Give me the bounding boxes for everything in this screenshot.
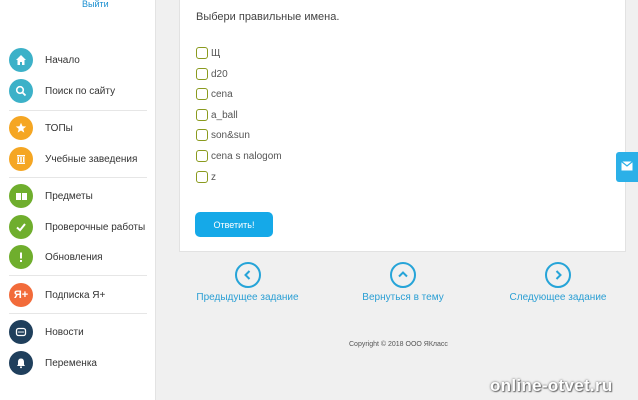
sidebar-item-subjects[interactable]: Предметы	[9, 183, 149, 209]
chat-icon	[9, 320, 33, 344]
book-icon	[9, 184, 33, 208]
divider	[9, 110, 147, 111]
option-label: Щ	[211, 47, 221, 59]
chevron-up-icon	[390, 262, 416, 288]
ya-plus-icon: Я+	[9, 283, 33, 307]
option-item[interactable]: cena s nalogom	[196, 149, 282, 163]
sidebar-item-label: Новости	[45, 326, 84, 338]
option-label: son&sun	[211, 129, 250, 141]
option-item[interactable]: z	[196, 170, 216, 184]
option-checkbox[interactable]	[196, 88, 208, 100]
chevron-left-icon	[234, 262, 261, 288]
next-task-label: Следующее задание	[509, 292, 607, 303]
copyright-text: Copyright © 2018 ООО ЯКласс	[349, 341, 448, 348]
divider	[9, 275, 147, 276]
sidebar-item-label: Обновления	[45, 251, 103, 263]
sidebar: Выйти Начало Поиск по сайту ТОПы Учебные…	[0, 0, 156, 400]
sidebar-item-search[interactable]: Поиск по сайту	[9, 78, 149, 104]
sidebar-item-break[interactable]: Переменка	[9, 350, 149, 376]
option-item[interactable]: son&sun	[196, 128, 250, 142]
sidebar-item-subscription[interactable]: Я+ Подписка Я+	[9, 282, 149, 308]
check-icon	[9, 215, 33, 239]
option-label: cena s nalogom	[211, 150, 282, 162]
sidebar-item-label: Поиск по сайту	[45, 85, 116, 97]
back-to-topic-link[interactable]: Вернуться в тему	[359, 262, 447, 303]
mail-icon	[621, 158, 633, 176]
feedback-button[interactable]	[616, 152, 638, 182]
option-checkbox[interactable]	[196, 171, 208, 183]
chevron-right-icon	[545, 262, 571, 288]
exclamation-icon	[9, 245, 33, 269]
option-label: cena	[211, 88, 233, 100]
option-checkbox[interactable]	[196, 68, 208, 80]
star-icon	[9, 116, 33, 140]
sidebar-item-updates[interactable]: Обновления	[9, 244, 149, 270]
back-to-topic-label: Вернуться в тему	[362, 292, 444, 303]
divider	[9, 177, 147, 178]
option-label: d20	[211, 68, 228, 80]
task-card: Выбери правильные имена. Щ d20 cena a_ba…	[179, 0, 626, 252]
option-item[interactable]: Щ	[196, 46, 220, 60]
answer-button[interactable]: Ответить!	[195, 212, 273, 237]
building-icon	[9, 147, 33, 171]
sidebar-item-label: Проверочные работы	[45, 221, 146, 233]
prev-task-label: Предыдущее задание	[196, 292, 299, 303]
question-text: Выбери правильные имена.	[196, 11, 340, 23]
search-icon	[9, 79, 33, 103]
home-icon	[9, 48, 33, 72]
bell-icon	[9, 351, 33, 375]
option-label: z	[211, 171, 216, 183]
sidebar-item-label: Учебные заведения	[45, 153, 138, 165]
next-task-link[interactable]: Следующее задание	[507, 262, 609, 303]
option-checkbox[interactable]	[196, 129, 208, 141]
option-item[interactable]: cena	[196, 87, 233, 101]
divider	[9, 313, 147, 314]
prev-task-link[interactable]: Предыдущее задание	[195, 262, 300, 303]
sidebar-item-label: Подписка Я+	[45, 289, 106, 301]
sidebar-item-label: Начало	[45, 54, 80, 66]
sidebar-item-schools[interactable]: Учебные заведения	[9, 146, 149, 172]
sidebar-item-tests[interactable]: Проверочные работы	[9, 214, 149, 240]
option-item[interactable]: a_ball	[196, 108, 238, 122]
option-label: a_ball	[211, 109, 238, 121]
logout-link[interactable]: Выйти	[82, 0, 109, 9]
option-checkbox[interactable]	[196, 109, 208, 121]
watermark: online-otvet.ru	[490, 376, 613, 395]
option-checkbox[interactable]	[196, 47, 208, 59]
sidebar-item-label: Переменка	[45, 357, 97, 369]
sidebar-item-home[interactable]: Начало	[9, 47, 149, 73]
option-item[interactable]: d20	[196, 67, 228, 81]
sidebar-item-tops[interactable]: ТОПы	[9, 115, 149, 141]
option-checkbox[interactable]	[196, 150, 208, 162]
sidebar-item-label: ТОПы	[45, 122, 73, 134]
sidebar-item-label: Предметы	[45, 190, 93, 202]
sidebar-item-news[interactable]: Новости	[9, 319, 149, 345]
